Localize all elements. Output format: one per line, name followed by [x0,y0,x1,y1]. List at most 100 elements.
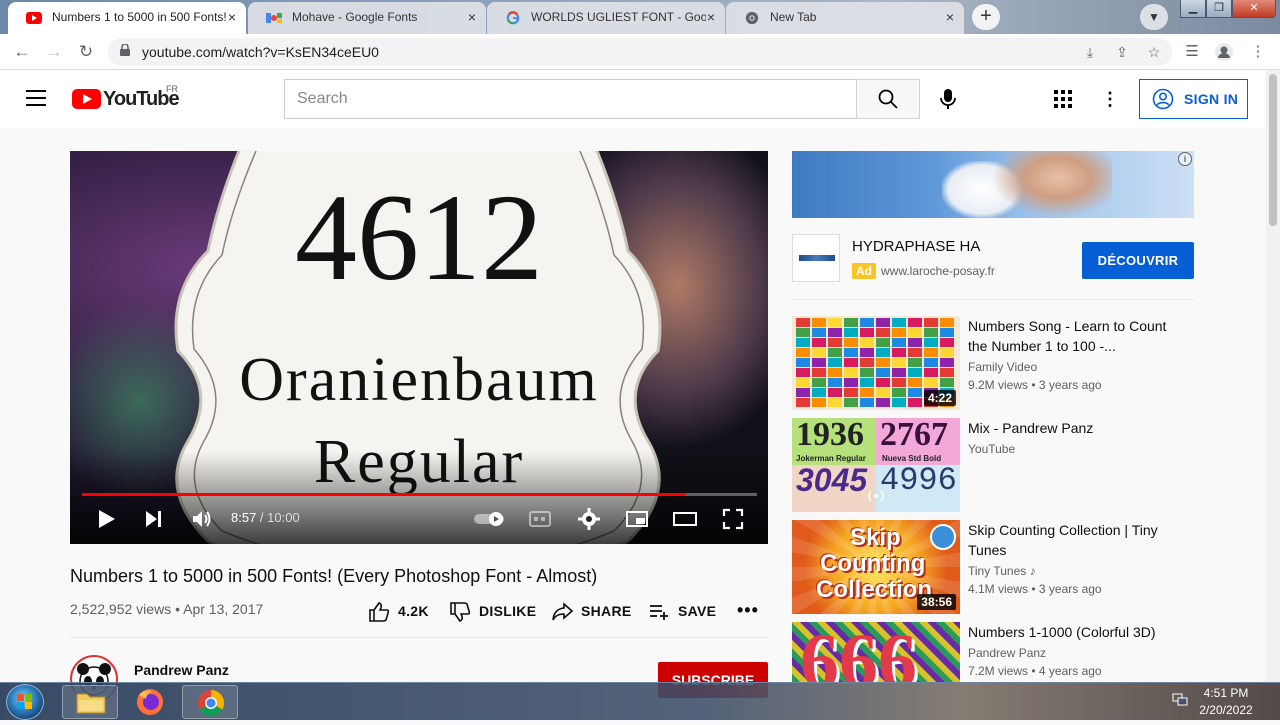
time-display: 8:57 / 10:00 [231,510,300,525]
recommendation-channel[interactable]: YouTube [968,442,1015,456]
video-thumbnail[interactable]: 4:22 [792,316,960,410]
miniplayer-icon[interactable] [625,507,649,531]
radio-mix-icon [868,490,884,502]
reload-icon[interactable]: ↻ [74,40,98,64]
like-button[interactable]: 4.2K [368,600,429,624]
taskbar-clock-time[interactable]: 4:51 PM [1196,686,1256,700]
page-scrollbar[interactable] [1266,70,1280,682]
recommendation-item[interactable]: Skip Counting Collection 38:56 Skip Coun… [792,520,1194,614]
more-horizontal-icon[interactable]: ••• [737,600,759,621]
channel-badge [930,524,956,550]
share-icon[interactable]: ⇪ [1112,42,1132,62]
ad-banner-image[interactable] [792,151,1194,218]
ad-cta-button[interactable]: DÉCOUVRIR [1082,242,1194,279]
apps-grid-icon[interactable] [1054,90,1072,108]
address-bar[interactable]: youtube.com/watch?v=KsEN34ceEU0 ⤓ ⇪ ☆ [108,38,1172,66]
close-window-button[interactable]: ✕ [1232,0,1276,18]
chrome-icon [745,11,759,25]
settings-gear-icon[interactable] [577,507,601,531]
forward-arrow-icon[interactable]: → [42,40,66,64]
minimize-window-button[interactable]: ▁ [1180,0,1206,18]
thumb-grid-cell [940,358,954,367]
thumb-grid-cell [892,388,906,397]
info-icon[interactable]: i [1178,152,1192,166]
chrome-taskbar-button[interactable] [182,685,238,719]
thumb-grid-cell [892,358,906,367]
thumb-grid-cell [796,318,810,327]
dislike-button[interactable]: DISLIKE [449,600,536,624]
recommendation-title[interactable]: Skip Counting Collection | Tiny Tunes [968,520,1188,560]
thumb-grid-cell [796,378,810,387]
video-thumbnail[interactable]: Skip Counting Collection 38:56 [792,520,960,614]
thumb-grid-cell [892,318,906,327]
video-thumbnail[interactable]: 1936 2767 Jokerman Regular Nueva Std Bol… [792,418,960,512]
back-arrow-icon[interactable]: ← [10,40,34,64]
autoplay-toggle[interactable] [472,507,508,531]
close-icon[interactable]: × [946,2,954,32]
hamburger-menu-icon[interactable] [26,90,46,106]
maximize-window-button[interactable]: ❐ [1206,0,1232,18]
microphone-icon[interactable] [936,87,960,111]
scrollbar-thumb[interactable] [1269,74,1277,226]
tab-google-fonts[interactable]: Mohave - Google Fonts × [248,2,486,34]
sign-in-label: SIGN IN [1184,91,1239,107]
more-vertical-icon[interactable]: ⋮ [1100,88,1120,110]
upload-date: Apr 13, 2017 [183,601,264,617]
recommendation-channel[interactable]: Tiny Tunes ♪ [968,564,1036,578]
recommendation-item[interactable]: 666 Numbers 1-1000 (Colorful 3D) Pandrew… [792,622,1194,682]
tab-youtube-video[interactable]: Numbers 1 to 5000 in 500 Fonts! × [8,2,246,34]
start-button[interactable] [6,684,44,720]
recommendation-title[interactable]: Numbers 1-1000 (Colorful 3D) [968,622,1188,642]
tab-google-search[interactable]: WORLDS UGLIEST FONT - Goog × [487,2,725,34]
theater-mode-icon[interactable] [673,507,697,531]
youtube-logo[interactable]: YouTube [72,88,180,110]
recommendation-stats: 7.2M views • 4 years ago [968,664,1102,678]
recommendation-item[interactable]: 1936 2767 Jokerman Regular Nueva Std Bol… [792,418,1194,512]
save-button[interactable]: SAVE [648,600,716,624]
close-icon[interactable]: × [707,2,715,32]
file-explorer-taskbar-button[interactable] [62,685,118,719]
channel-name[interactable]: Pandrew Panz [134,662,229,678]
sign-in-button[interactable]: SIGN IN [1139,79,1248,119]
thumb-grid-cell [844,328,858,337]
profile-avatar-icon[interactable] [1212,40,1236,64]
install-app-icon[interactable]: ⤓ [1080,42,1100,62]
thumb-grid-cell [812,368,826,377]
firefox-taskbar-button[interactable] [122,685,178,719]
thumb-grid-cell [924,358,938,367]
video-thumbnail[interactable]: 666 [792,622,960,682]
thumb-grid-cell [876,318,890,327]
progress-bar[interactable] [82,493,757,496]
video-player[interactable]: 4612 Oranienbaum Regular 8:57 / 10:00 [70,151,768,544]
search-input[interactable] [285,80,857,118]
subtitles-icon[interactable] [528,507,552,531]
fullscreen-icon[interactable] [721,507,745,531]
network-icon[interactable] [1172,693,1188,707]
recommendation-item[interactable]: 4:22 Numbers Song - Learn to Count the N… [792,316,1194,410]
play-icon[interactable] [94,507,118,531]
tab-new-tab[interactable]: New Tab × [726,2,964,34]
recommendation-title[interactable]: Numbers Song - Learn to Count the Number… [968,316,1188,356]
thumb-grid-cell [860,338,874,347]
recommendation-channel[interactable]: Pandrew Panz [968,646,1046,660]
reading-list-icon[interactable]: ☰ [1180,40,1204,64]
thumb-grid-cell [940,328,954,337]
share-button[interactable]: SHARE [551,600,632,624]
thumb-grid-cell [828,368,842,377]
close-icon[interactable]: × [228,2,236,32]
recommendation-channel[interactable]: Family Video [968,360,1037,374]
close-icon[interactable]: × [468,2,476,32]
next-icon[interactable] [142,507,166,531]
ad-title[interactable]: HYDRAPHASE HA [852,238,980,255]
bookmark-star-icon[interactable]: ☆ [1144,42,1164,62]
chevron-down-icon[interactable]: ▼ [1140,4,1168,30]
volume-icon[interactable] [190,507,214,531]
search-button[interactable] [856,79,920,119]
ad-brand-logo[interactable] [792,234,840,282]
recommendation-title[interactable]: Mix - Pandrew Panz [968,418,1188,438]
thumb-grid-cell [892,338,906,347]
browser-menu-icon[interactable]: ⋮ [1246,40,1270,64]
tab-label: Mohave - Google Fonts [292,10,418,24]
new-tab-button[interactable]: + [972,4,1000,30]
taskbar-clock-date[interactable]: 2/20/2022 [1196,703,1256,717]
